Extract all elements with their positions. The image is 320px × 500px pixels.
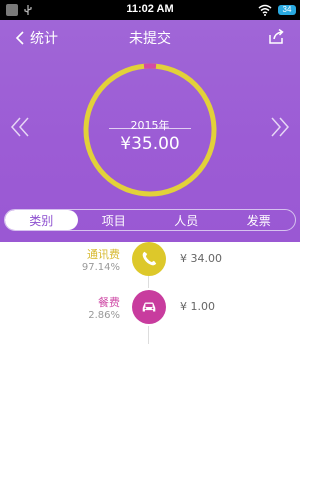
category-amount: ¥ 34.00	[180, 252, 222, 265]
category-name: 通讯费	[87, 248, 120, 261]
category-amount: ¥ 1.00	[180, 300, 215, 313]
status-bar: 11:02 AM 34	[0, 0, 300, 20]
summary-panel: 统计 未提交 2015年 ¥35.00 类别 项目 人员 发票	[0, 20, 300, 242]
category-name: 餐费	[98, 296, 120, 309]
next-period-icon[interactable]	[268, 116, 290, 138]
list-item[interactable]: 餐费 2.86% ¥ 1.00	[0, 290, 300, 326]
category-percent: 97.14%	[81, 262, 120, 273]
phone-icon	[132, 242, 166, 276]
list-item[interactable]: 通讯费 97.14% ¥ 34.00	[0, 242, 300, 278]
tab-project[interactable]: 项目	[78, 210, 151, 230]
timeline-connector	[148, 276, 149, 288]
wifi-icon	[258, 4, 272, 16]
tab-invoice[interactable]: 发票	[223, 210, 296, 230]
back-button[interactable]: 统计	[12, 28, 58, 48]
tab-category[interactable]: 类别	[5, 210, 78, 230]
status-time: 11:02 AM	[126, 3, 174, 15]
chevron-left-icon	[15, 31, 24, 45]
timeline-connector	[148, 326, 149, 344]
battery-icon: 34	[278, 5, 296, 15]
tab-person[interactable]: 人员	[150, 210, 223, 230]
nav-bar: 统计 未提交	[0, 20, 300, 56]
summary-divider	[109, 128, 191, 129]
back-label: 统计	[30, 31, 58, 47]
category-tabs: 类别 项目 人员 发票	[4, 209, 296, 231]
summary-amount: ¥35.00	[120, 134, 180, 154]
car-icon	[132, 290, 166, 324]
summary-year: 2015年	[130, 119, 170, 132]
share-icon[interactable]	[266, 27, 286, 47]
category-list	[0, 242, 300, 500]
category-percent: 2.86%	[88, 310, 120, 321]
